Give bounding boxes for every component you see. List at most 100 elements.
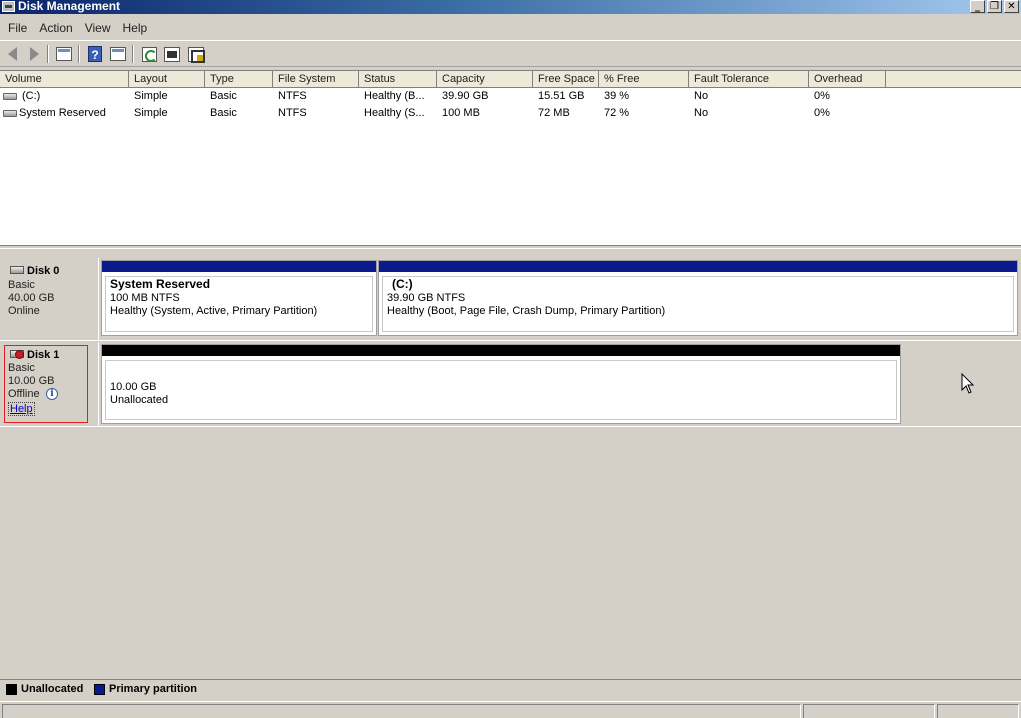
disk-properties-button[interactable] <box>186 45 206 63</box>
action-pane-button[interactable] <box>108 45 128 63</box>
partition-c-drive[interactable]: (C:) 39.90 GB NTFS Healthy (Boot, Page F… <box>378 260 1018 336</box>
partition-bar <box>379 261 1017 272</box>
column-type[interactable]: Type <box>205 71 273 87</box>
partition-size: 39.90 GB NTFS <box>387 292 466 304</box>
cell-fault-tolerance: No <box>694 107 709 119</box>
cell-status: Healthy (S... <box>364 107 425 119</box>
partition-unallocated[interactable]: 10.00 GB Unallocated <box>101 344 901 424</box>
disk-graphical-view: Disk 0 Basic 40.00 GB Online System Rese… <box>0 256 1021 678</box>
properties-icon <box>164 46 180 62</box>
partition-body: System Reserved 100 MB NTFS Healthy (Sys… <box>105 276 373 332</box>
partition-status: Healthy (System, Active, Primary Partiti… <box>110 305 318 317</box>
cell-overhead: 0% <box>814 90 830 102</box>
partition-title: System Reserved <box>110 277 211 291</box>
partition-status: Healthy (Boot, Page File, Crash Dump, Pr… <box>387 305 666 317</box>
status-pane-3 <box>937 704 1019 718</box>
disk-management-app-icon <box>2 1 15 12</box>
restore-button[interactable]: ❐ <box>987 0 1002 13</box>
partition-bar <box>102 261 376 272</box>
refresh-icon <box>141 46 157 62</box>
column-fault-tolerance[interactable]: Fault Tolerance <box>689 71 809 87</box>
back-icon <box>7 47 17 61</box>
show-hide-action-pane-icon <box>110 47 126 61</box>
column-volume[interactable]: Volume <box>0 71 129 87</box>
column-capacity[interactable]: Capacity <box>437 71 533 87</box>
cell-volume: System Reserved <box>19 107 106 119</box>
legend: Unallocated Primary partition <box>0 679 1021 699</box>
disk0-state: Online <box>8 305 40 317</box>
disk-icon <box>10 266 24 274</box>
drive-icon <box>3 93 17 100</box>
cell-status: Healthy (B... <box>364 90 425 102</box>
status-bar <box>0 701 1021 718</box>
help-icon: ? <box>88 46 102 62</box>
disk0-type: Basic <box>8 279 35 291</box>
cell-percent-free: 39 % <box>604 90 630 102</box>
cell-capacity: 100 MB <box>442 107 480 119</box>
show-hide-console-tree-icon <box>56 47 72 61</box>
cell-layout: Simple <box>134 107 168 119</box>
column-layout[interactable]: Layout <box>129 71 205 87</box>
disk0-label[interactable]: Disk 0 Basic 40.00 GB Online <box>0 258 99 340</box>
volume-list-header: Volume Layout Type File System Status Ca… <box>0 71 1021 88</box>
partition-body: (C:) 39.90 GB NTFS Healthy (Boot, Page F… <box>382 276 1014 332</box>
toolbar-separator <box>78 45 80 63</box>
partition-bar <box>102 345 900 356</box>
cell-type: Basic <box>210 107 237 119</box>
cell-overhead: 0% <box>814 107 830 119</box>
status-pane-2 <box>803 704 935 718</box>
partition-size: 10.00 GB <box>110 381 157 393</box>
mouse-cursor-icon <box>961 373 975 394</box>
toolbar-separator <box>47 45 49 63</box>
cell-file-system: NTFS <box>278 90 307 102</box>
column-overhead[interactable]: Overhead <box>809 71 886 87</box>
drive-icon <box>3 110 17 117</box>
status-pane-main <box>2 704 801 718</box>
disk1-highlight-box <box>4 345 88 423</box>
window-controls: _ ❐ ✕ <box>970 0 1019 13</box>
column-filler <box>886 71 1021 87</box>
back-button[interactable] <box>2 45 22 63</box>
cell-file-system: NTFS <box>278 107 307 119</box>
cell-percent-free: 72 % <box>604 107 630 119</box>
cell-fault-tolerance: No <box>694 90 709 102</box>
help-button[interactable]: ? <box>85 45 105 63</box>
menu-action[interactable]: Action <box>33 17 78 39</box>
forward-icon <box>29 47 39 61</box>
legend-swatch-primary <box>94 684 105 695</box>
disk-row-separator <box>0 426 1021 427</box>
legend-label-unallocated: Unallocated <box>21 683 84 695</box>
legend-swatch-unallocated <box>6 684 17 695</box>
cell-layout: Simple <box>134 90 168 102</box>
column-status[interactable]: Status <box>359 71 437 87</box>
disk0-name: Disk 0 <box>27 265 60 277</box>
legend-label-primary: Primary partition <box>109 683 198 695</box>
cell-volume: (C:) <box>22 90 41 102</box>
partition-size: 100 MB NTFS <box>110 292 180 304</box>
partition-system-reserved[interactable]: System Reserved 100 MB NTFS Healthy (Sys… <box>101 260 377 336</box>
menu-help[interactable]: Help <box>117 17 154 39</box>
partition-body: 10.00 GB Unallocated <box>105 360 897 420</box>
menu-view[interactable]: View <box>79 17 117 39</box>
table-row[interactable]: (C:) Simple Basic NTFS Healthy (B... 39.… <box>0 88 1021 105</box>
volume-list[interactable]: Volume Layout Type File System Status Ca… <box>0 70 1021 246</box>
window-title: Disk Management <box>18 0 121 13</box>
refresh-button[interactable] <box>139 45 159 63</box>
table-row[interactable]: System Reserved Simple Basic NTFS Health… <box>0 105 1021 122</box>
cell-free-space: 15.51 GB <box>538 90 585 102</box>
column-free-space[interactable]: Free Space <box>533 71 599 87</box>
console-tree-button[interactable] <box>54 45 74 63</box>
column-percent-free[interactable]: % Free <box>599 71 689 87</box>
cell-capacity: 39.90 GB <box>442 90 489 102</box>
menu-file[interactable]: File <box>2 17 33 39</box>
minimize-button[interactable]: _ <box>970 0 985 13</box>
cell-free-space: 72 MB <box>538 107 570 119</box>
close-button[interactable]: ✕ <box>1004 0 1019 13</box>
properties-button[interactable] <box>162 45 182 63</box>
column-file-system[interactable]: File System <box>273 71 359 87</box>
cell-type: Basic <box>210 90 237 102</box>
disk-row-separator <box>0 340 1021 341</box>
forward-button[interactable] <box>24 45 44 63</box>
pane-splitter[interactable] <box>0 248 1021 255</box>
menu-bar: File Action View Help <box>0 17 1021 39</box>
